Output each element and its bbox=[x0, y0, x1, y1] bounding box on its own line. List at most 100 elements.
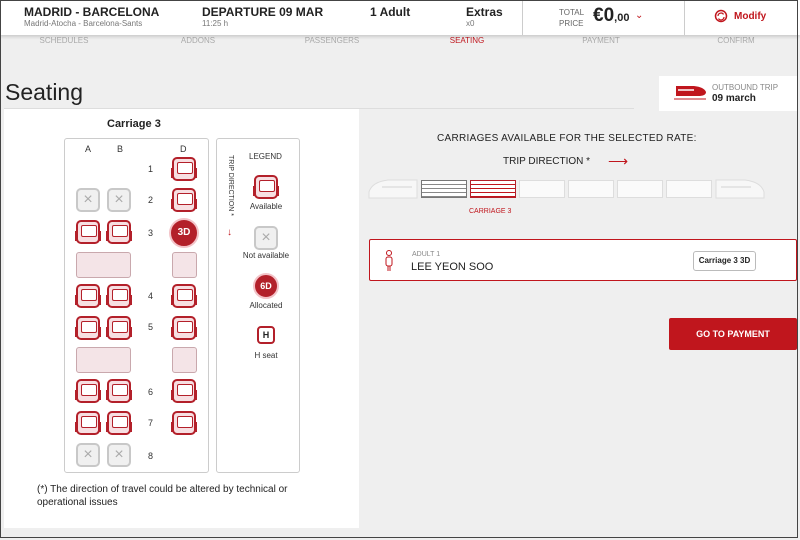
seat-2a-unavailable bbox=[76, 188, 100, 212]
seat-4b[interactable] bbox=[106, 284, 132, 308]
seat-6a[interactable] bbox=[75, 379, 101, 403]
row-number: 1 bbox=[148, 164, 154, 174]
divider bbox=[684, 0, 685, 35]
seat-6d[interactable] bbox=[171, 379, 197, 403]
arrow-right-icon: ⟶ bbox=[608, 153, 629, 169]
passenger-name: LEE YEON SOO bbox=[411, 261, 494, 273]
passenger-seat-badge: Carriage 3 3D bbox=[693, 251, 756, 271]
seat-4a[interactable] bbox=[75, 284, 101, 308]
total-price[interactable]: €0,00 bbox=[593, 5, 629, 27]
go-to-payment-button[interactable]: GO TO PAYMENT bbox=[669, 318, 797, 350]
table bbox=[76, 252, 131, 278]
trip-direction-vertical: TRIP DIRECTION * ↓ bbox=[225, 155, 235, 245]
price-label: PRICE bbox=[559, 19, 584, 28]
seat-8a-unavailable bbox=[76, 443, 100, 467]
seat-2b-unavailable bbox=[107, 188, 131, 212]
carriage-6 bbox=[617, 180, 663, 198]
carriage-3[interactable] bbox=[470, 180, 516, 198]
seat-5d[interactable] bbox=[171, 316, 197, 340]
step-schedules[interactable]: SCHEDULES bbox=[40, 36, 89, 45]
legend-h-seat-label: H seat bbox=[254, 351, 278, 360]
seat-7b[interactable] bbox=[106, 411, 132, 435]
seat-8b-unavailable bbox=[107, 443, 131, 467]
legend-h-seat: H bbox=[257, 326, 275, 344]
legend-available-label: Available bbox=[249, 202, 283, 211]
legend-available-seat bbox=[253, 175, 279, 199]
legend-not-available-label: Not available bbox=[242, 251, 290, 260]
column-label-b: B bbox=[117, 144, 124, 154]
trip-direction-label: TRIP DIRECTION * bbox=[503, 156, 591, 167]
trip-direction-label: TRIP DIRECTION * bbox=[227, 155, 234, 216]
extras-title: Extras bbox=[466, 5, 503, 19]
table bbox=[172, 347, 197, 373]
row-number: 6 bbox=[148, 387, 154, 397]
outbound-date: 09 march bbox=[712, 93, 756, 104]
train-icon bbox=[674, 86, 706, 100]
departure-time: 11:25 h bbox=[202, 19, 229, 28]
total-label: TOTAL bbox=[559, 8, 585, 17]
page-title: Seating bbox=[5, 79, 84, 105]
carriage-5 bbox=[568, 180, 614, 198]
refresh-icon bbox=[714, 9, 728, 23]
row-number: 5 bbox=[148, 322, 154, 332]
outbound-label: OUTBOUND TRIP bbox=[712, 83, 779, 92]
seat-4d[interactable] bbox=[171, 284, 197, 308]
seat-3a[interactable] bbox=[75, 220, 101, 244]
passenger-type: ADULT 1 bbox=[412, 251, 441, 258]
step-seating[interactable]: SEATING bbox=[450, 36, 485, 45]
legend-allocated-seat: 6D bbox=[253, 273, 279, 299]
seat-5a[interactable] bbox=[75, 316, 101, 340]
divider bbox=[522, 0, 523, 35]
seat-1d[interactable] bbox=[171, 157, 197, 181]
extras-count: x0 bbox=[466, 19, 475, 28]
route-stations: Madrid-Atocha - Barcelona-Sants bbox=[24, 19, 143, 28]
row-number: 4 bbox=[148, 291, 154, 301]
carriage-4 bbox=[519, 180, 565, 198]
column-label-d: D bbox=[180, 144, 187, 154]
row-number: 2 bbox=[148, 195, 154, 205]
train-head-icon bbox=[368, 179, 418, 199]
seat-7a[interactable] bbox=[75, 411, 101, 435]
top-bar: MADRID - BARCELONA Madrid-Atocha - Barce… bbox=[0, 0, 800, 35]
seat-7d[interactable] bbox=[171, 411, 197, 435]
step-payment: PAYMENT bbox=[582, 36, 620, 45]
seat-6b[interactable] bbox=[106, 379, 132, 403]
table bbox=[172, 252, 197, 278]
train-carriages bbox=[368, 177, 770, 201]
carriage-2[interactable] bbox=[421, 180, 467, 198]
seat-3d-allocated[interactable]: 3D bbox=[169, 218, 199, 248]
train-tail-icon bbox=[715, 179, 765, 199]
table bbox=[76, 347, 131, 373]
row-number: 8 bbox=[148, 451, 154, 461]
person-icon bbox=[385, 250, 393, 271]
seat-3b[interactable] bbox=[106, 220, 132, 244]
price-cents: ,00 bbox=[614, 12, 630, 24]
outbound-trip-card: OUTBOUND TRIP 09 march bbox=[659, 76, 798, 111]
seat-5b[interactable] bbox=[106, 316, 132, 340]
legend-title: LEGEND bbox=[249, 152, 282, 161]
step-confirm: CONFIRM bbox=[717, 36, 755, 45]
carriage-title: Carriage 3 bbox=[107, 118, 161, 130]
carriage-7 bbox=[666, 180, 712, 198]
selected-carriage-label: CARRIAGE 3 bbox=[469, 208, 512, 215]
step-addons[interactable]: ADDONS bbox=[181, 36, 215, 45]
chevron-down-icon[interactable]: ⌄ bbox=[635, 10, 643, 21]
row-number: 3 bbox=[148, 228, 154, 238]
progress-steps: SCHEDULES ADDONS PASSENGERS SEATING PAYM… bbox=[0, 35, 800, 47]
passenger-count: 1 Adult bbox=[370, 5, 411, 19]
modify-button[interactable]: Modify bbox=[714, 9, 766, 23]
total-price-label: TOTAL PRICE bbox=[559, 7, 584, 29]
arrow-down-icon: ↓ bbox=[227, 227, 232, 238]
direction-note: (*) The direction of travel could be alt… bbox=[37, 484, 288, 508]
seat-2d[interactable] bbox=[171, 188, 197, 212]
legend-allocated-label: Allocated bbox=[249, 301, 283, 310]
row-number: 7 bbox=[148, 418, 154, 428]
column-label-a: A bbox=[85, 144, 92, 154]
step-passengers[interactable]: PASSENGERS bbox=[305, 36, 360, 45]
legend-not-available-seat bbox=[254, 226, 278, 250]
route-title: MADRID - BARCELONA bbox=[24, 5, 160, 19]
carriages-title: CARRIAGES AVAILABLE FOR THE SELECTED RAT… bbox=[437, 133, 697, 144]
departure-date: DEPARTURE 09 MAR bbox=[202, 5, 324, 19]
modify-label: Modify bbox=[734, 10, 767, 22]
price-main: €0 bbox=[593, 5, 615, 26]
